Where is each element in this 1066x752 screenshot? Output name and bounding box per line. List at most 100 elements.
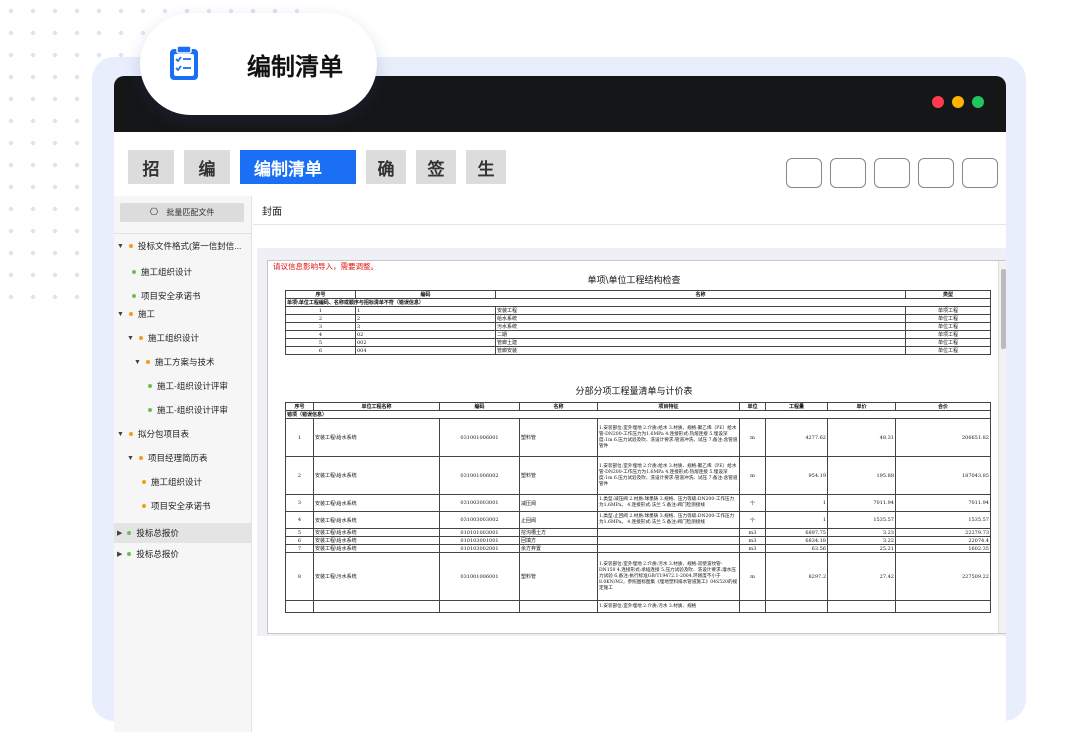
caret-right-icon[interactable]: ▶ (117, 550, 122, 558)
sidebar-item[interactable]: ▼ 投标文件格式(第一信封信... (117, 240, 241, 252)
sidebar-item[interactable]: 项目安全承诺书 (142, 500, 211, 512)
status-dot-icon (148, 384, 152, 388)
table-cell: 安装工程\给水系统 (313, 418, 440, 457)
table-cell: 002 (355, 338, 496, 347)
toolbar-action-button-5[interactable] (962, 158, 998, 188)
maximize-window-button[interactable] (972, 96, 984, 108)
table-cell (765, 600, 828, 613)
table-row: 8 安装工程\污水系统 031001006001 塑料管 1.安装部位:室外埋地 2.介… (285, 552, 991, 601)
table-cell: m3 (739, 528, 766, 537)
table-header-row: 序号 单位工程名称 编码 名称 项目特征 单位 工程量 单价 合价 (285, 402, 991, 411)
table-header-cell: 编码 (355, 290, 496, 299)
batch-match-label: 批量匹配文件 (166, 208, 215, 217)
sidebar-item[interactable]: ▼ 施工 (117, 308, 155, 320)
table-row: 2 安装工程\给水系统 031001006002 塑料管 1.安装部位:室外埋地 2.介… (285, 456, 991, 495)
toolbar-action-button-1[interactable] (786, 158, 822, 188)
sidebar-item[interactable]: ▼ 施工组织设计 (127, 332, 199, 344)
table-cell: 1535.57 (827, 511, 896, 529)
table-cell: 4 (285, 330, 356, 339)
sidebar-item[interactable]: ▼ 项目经理简历表 (127, 452, 207, 464)
sidebar-item[interactable]: ▼ 拟分包项目表 (117, 428, 189, 440)
caret-down-icon[interactable]: ▼ (134, 359, 141, 366)
table-header-cell: 单价 (827, 402, 896, 411)
caret-down-icon[interactable]: ▼ (117, 311, 124, 318)
sidebar: ⎔ 批量匹配文件 ▼ 投标文件格式(第一信封信... 施工组织设计 项目安全承诺书 ▼ 施… (114, 196, 252, 732)
table-cell: 1 (285, 306, 356, 315)
table-cell: 3.22 (827, 536, 896, 545)
clipboard-list-icon (170, 45, 198, 80)
tab-step-2[interactable]: 编 (184, 150, 230, 184)
table-header-cell: 名称 (495, 290, 906, 299)
table-cell: 管廊安装 (495, 346, 906, 355)
sidebar-item[interactable]: ▶ 投标总报价 (114, 523, 252, 543)
table-cell: 7 (285, 544, 314, 553)
table-cell: 8 (285, 552, 314, 601)
table-cell: 02 (355, 330, 496, 339)
toolbar-action-button-3[interactable] (874, 158, 910, 188)
table-cell: 22279.73 (895, 528, 991, 537)
table-cell: 3 (285, 494, 314, 512)
sidebar-item[interactable]: 施工-组织设计评审 (148, 380, 228, 392)
table-cell: 个 (739, 494, 766, 512)
sidebar-item-label: 施工 (137, 309, 155, 319)
sidebar-item[interactable]: 项目安全承诺书 (132, 290, 201, 302)
sidebar-item[interactable]: ▶ 投标总报价 (117, 548, 179, 560)
sidebar-item[interactable]: 施工组织设计 (142, 476, 202, 488)
table-cell: 6834.18 (765, 536, 828, 545)
table-header-cell: 编码 (439, 402, 520, 411)
table-cell: 给水系统 (495, 314, 906, 323)
status-dot-icon (128, 244, 133, 248)
sidebar-item[interactable]: ▼ 施工方案与技术 (134, 356, 214, 368)
table-cell (597, 544, 740, 553)
table-cell (285, 600, 314, 613)
table-group-row: 错项（错误信息） (285, 410, 991, 419)
status-dot-icon (138, 336, 143, 340)
table-cell: 1602.35 (895, 544, 991, 553)
sidebar-item-label: 项目安全承诺书 (151, 501, 211, 511)
tab-step-1[interactable]: 招 (128, 150, 174, 184)
table-header-cell: 序号 (285, 290, 356, 299)
table-cell: 195.88 (827, 456, 896, 495)
caret-down-icon[interactable]: ▼ (127, 335, 134, 342)
sidebar-item-label: 施工组织设计 (151, 477, 203, 487)
caret-right-icon[interactable]: ▶ (117, 529, 122, 537)
sidebar-item[interactable]: 施工组织设计 (132, 266, 192, 278)
table-cell: 1.类型:减压阀 2.材质:球墨铸 3.规格、压力等级:DN200-工作压力为1… (597, 494, 740, 512)
table-header-cell: 合价 (895, 402, 991, 411)
sidebar-item[interactable]: 施工-组织设计评审 (148, 404, 228, 416)
caret-down-icon[interactable]: ▼ (117, 243, 124, 250)
table-cell: 安装工程\给水系统 (313, 536, 440, 545)
warning-message: 请议信息影响导入，需要调整。 (273, 262, 378, 271)
table-header-cell: 类型 (905, 290, 991, 299)
table-cell: 单位工程 (905, 322, 991, 331)
table-row: 3 3 污水系统 单位工程 (285, 322, 991, 331)
caret-down-icon[interactable]: ▼ (127, 455, 134, 462)
tab-step-4[interactable]: 确 (366, 150, 406, 184)
table-cell: 187043.85 (895, 456, 991, 495)
table-cell: 安装工程\给水系统 (313, 456, 440, 495)
minimize-window-button[interactable] (952, 96, 964, 108)
toolbar-action-button-2[interactable] (830, 158, 866, 188)
caret-down-icon[interactable]: ▼ (117, 431, 124, 438)
tab-compile-list[interactable]: 编制清单 (240, 150, 356, 184)
sidebar-item-label: 施工-组织设计评审 (157, 405, 228, 415)
status-dot-icon (148, 408, 152, 412)
table-cell: 1 (285, 418, 314, 457)
tab-step-5[interactable]: 签 (416, 150, 456, 184)
table-cell: 1.安装部位:室外埋地 2.介质:污水 3.材质、规格:双壁波纹管-DN150 … (597, 552, 740, 601)
toolbar-action-button-4[interactable] (918, 158, 954, 188)
close-window-button[interactable] (932, 96, 944, 108)
status-dot-icon (138, 456, 143, 460)
table-cell: 污水系统 (495, 322, 906, 331)
cube-icon: ⎔ (149, 207, 159, 218)
sidebar-item-label: 项目经理简历表 (147, 453, 208, 463)
batch-match-button[interactable]: ⎔ 批量匹配文件 (120, 203, 244, 222)
empty-panel (253, 636, 1006, 732)
table-row: 4 02 二期 单项工程 (285, 330, 991, 339)
tab-step-6[interactable]: 生 (466, 150, 506, 184)
table-header-cell: 单位工程名称 (313, 402, 440, 411)
scrollbar-thumb[interactable] (1001, 269, 1006, 349)
table-cell: 010101003001 (439, 528, 520, 537)
bill-of-quantities-title: 分部分项工程量清单与计价表 (575, 387, 693, 397)
document-scrollbar[interactable] (998, 261, 1006, 633)
